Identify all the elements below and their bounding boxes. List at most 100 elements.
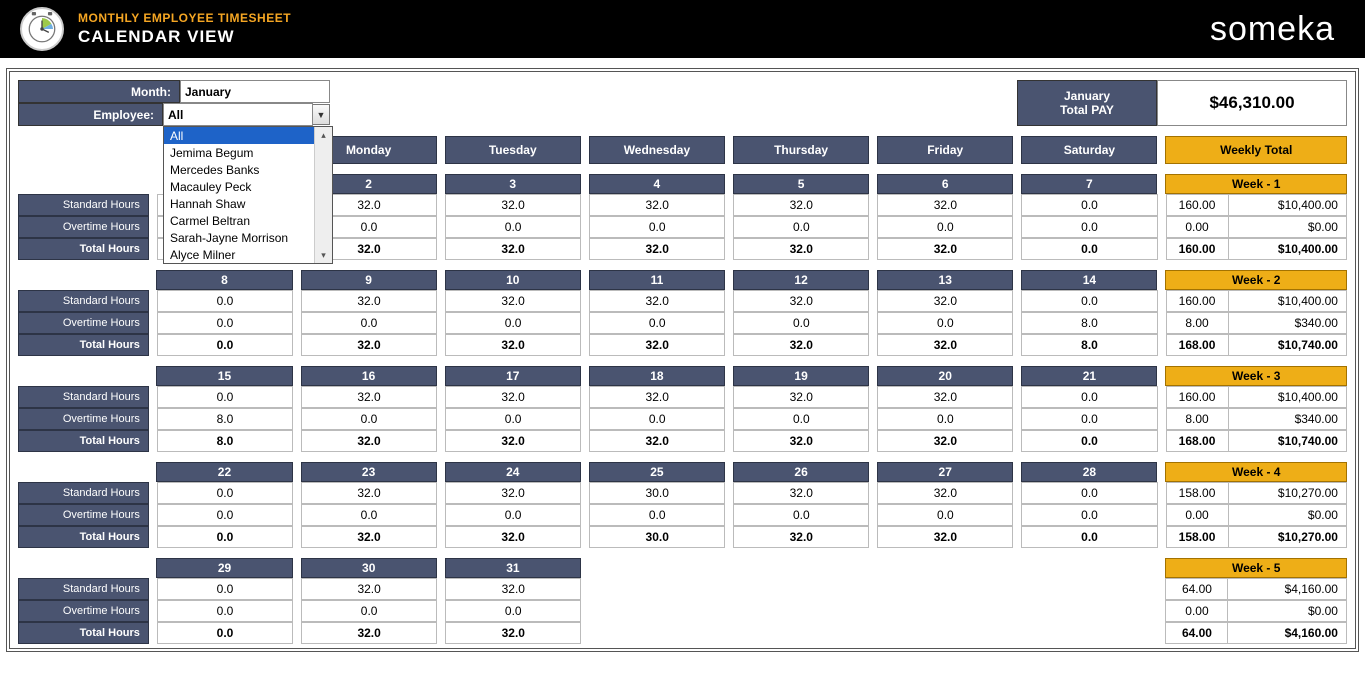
hours-cell[interactable]: 32.0 [877, 526, 1013, 548]
employee-option[interactable]: Mercedes Banks [164, 161, 332, 178]
hours-cell[interactable]: 0.0 [1021, 194, 1157, 216]
hours-cell[interactable]: 32.0 [301, 622, 437, 644]
hours-cell[interactable]: 32.0 [301, 290, 437, 312]
employee-option[interactable]: Carmel Beltran [164, 212, 332, 229]
hours-cell[interactable]: 32.0 [589, 386, 725, 408]
hours-cell[interactable]: 0.0 [733, 216, 869, 238]
scroll-down-icon[interactable]: ▾ [315, 247, 332, 263]
hours-cell[interactable]: 32.0 [877, 430, 1013, 452]
hours-cell[interactable]: 0.0 [1021, 408, 1157, 430]
hours-cell[interactable]: 30.0 [589, 526, 725, 548]
hours-cell[interactable]: 32.0 [301, 334, 437, 356]
hours-cell[interactable]: 0.0 [733, 312, 869, 334]
hours-cell[interactable]: 0.0 [445, 408, 581, 430]
hours-cell[interactable]: 0.0 [733, 504, 869, 526]
hours-cell[interactable] [1021, 622, 1157, 644]
hours-cell[interactable]: 0.0 [1021, 216, 1157, 238]
hours-cell[interactable]: 0.0 [301, 312, 437, 334]
hours-cell[interactable]: 32.0 [301, 526, 437, 548]
hours-cell[interactable]: 0.0 [157, 386, 293, 408]
hours-cell[interactable]: 32.0 [445, 290, 581, 312]
hours-cell[interactable]: 0.0 [589, 408, 725, 430]
hours-cell[interactable]: 0.0 [877, 408, 1013, 430]
hours-cell[interactable]: 0.0 [589, 216, 725, 238]
hours-cell[interactable]: 0.0 [445, 312, 581, 334]
hours-cell[interactable]: 32.0 [589, 334, 725, 356]
hours-cell[interactable]: 32.0 [877, 386, 1013, 408]
hours-cell[interactable]: 0.0 [445, 504, 581, 526]
hours-cell[interactable]: 32.0 [589, 238, 725, 260]
hours-cell[interactable]: 0.0 [157, 526, 293, 548]
hours-cell[interactable]: 0.0 [1021, 504, 1157, 526]
hours-cell[interactable]: 0.0 [589, 504, 725, 526]
hours-cell[interactable]: 0.0 [157, 622, 293, 644]
hours-cell[interactable]: 0.0 [445, 216, 581, 238]
hours-cell[interactable]: 32.0 [445, 578, 581, 600]
hours-cell[interactable]: 0.0 [1021, 238, 1157, 260]
hours-cell[interactable]: 0.0 [877, 216, 1013, 238]
hours-cell[interactable]: 0.0 [877, 504, 1013, 526]
hours-cell[interactable]: 32.0 [589, 194, 725, 216]
hours-cell[interactable] [733, 622, 869, 644]
hours-cell[interactable]: 32.0 [589, 430, 725, 452]
hours-cell[interactable] [877, 578, 1013, 600]
hours-cell[interactable] [589, 622, 725, 644]
hours-cell[interactable]: 0.0 [157, 578, 293, 600]
hours-cell[interactable] [1021, 578, 1157, 600]
hours-cell[interactable]: 32.0 [445, 194, 581, 216]
hours-cell[interactable]: 0.0 [733, 408, 869, 430]
hours-cell[interactable] [877, 622, 1013, 644]
employee-option[interactable]: Alyce Milner [164, 246, 332, 263]
hours-cell[interactable]: 32.0 [445, 622, 581, 644]
hours-cell[interactable]: 0.0 [157, 504, 293, 526]
hours-cell[interactable] [733, 578, 869, 600]
hours-cell[interactable]: 0.0 [1021, 430, 1157, 452]
hours-cell[interactable]: 8.0 [1021, 334, 1157, 356]
hours-cell[interactable] [1021, 600, 1157, 622]
hours-cell[interactable]: 0.0 [1021, 290, 1157, 312]
hours-cell[interactable]: 0.0 [589, 312, 725, 334]
hours-cell[interactable] [589, 578, 725, 600]
hours-cell[interactable]: 32.0 [301, 578, 437, 600]
employee-option[interactable]: Hannah Shaw [164, 195, 332, 212]
hours-cell[interactable]: 32.0 [301, 430, 437, 452]
hours-cell[interactable]: 0.0 [1021, 386, 1157, 408]
hours-cell[interactable]: 0.0 [301, 408, 437, 430]
employee-option[interactable]: All [164, 127, 332, 144]
hours-cell[interactable]: 32.0 [733, 386, 869, 408]
hours-cell[interactable]: 32.0 [877, 482, 1013, 504]
hours-cell[interactable]: 0.0 [1021, 526, 1157, 548]
hours-cell[interactable]: 8.0 [157, 430, 293, 452]
hours-cell[interactable]: 32.0 [877, 238, 1013, 260]
hours-cell[interactable]: 32.0 [733, 194, 869, 216]
hours-cell[interactable]: 32.0 [445, 430, 581, 452]
employee-select[interactable]: All AllJemima BegumMercedes BanksMacaule… [163, 103, 313, 126]
hours-cell[interactable]: 32.0 [301, 482, 437, 504]
hours-cell[interactable]: 0.0 [157, 312, 293, 334]
employee-option[interactable]: Sarah-Jayne Morrison [164, 229, 332, 246]
hours-cell[interactable]: 32.0 [733, 238, 869, 260]
hours-cell[interactable]: 32.0 [733, 482, 869, 504]
hours-cell[interactable]: 0.0 [157, 290, 293, 312]
hours-cell[interactable]: 32.0 [445, 238, 581, 260]
hours-cell[interactable]: 0.0 [877, 312, 1013, 334]
hours-cell[interactable]: 0.0 [301, 600, 437, 622]
hours-cell[interactable]: 32.0 [877, 194, 1013, 216]
hours-cell[interactable]: 32.0 [445, 526, 581, 548]
hours-cell[interactable] [589, 600, 725, 622]
hours-cell[interactable]: 30.0 [589, 482, 725, 504]
hours-cell[interactable]: 0.0 [157, 334, 293, 356]
hours-cell[interactable] [733, 600, 869, 622]
dropdown-scrollbar[interactable]: ▴ ▾ [314, 127, 332, 263]
employee-dropdown-button[interactable]: ▼ [312, 104, 330, 125]
hours-cell[interactable] [877, 600, 1013, 622]
hours-cell[interactable]: 0.0 [157, 482, 293, 504]
hours-cell[interactable]: 0.0 [157, 600, 293, 622]
hours-cell[interactable]: 8.0 [1021, 312, 1157, 334]
hours-cell[interactable]: 0.0 [301, 504, 437, 526]
employee-option[interactable]: Jemima Begum [164, 144, 332, 161]
scroll-up-icon[interactable]: ▴ [315, 127, 332, 143]
hours-cell[interactable]: 32.0 [733, 334, 869, 356]
hours-cell[interactable]: 32.0 [733, 430, 869, 452]
hours-cell[interactable]: 0.0 [445, 600, 581, 622]
